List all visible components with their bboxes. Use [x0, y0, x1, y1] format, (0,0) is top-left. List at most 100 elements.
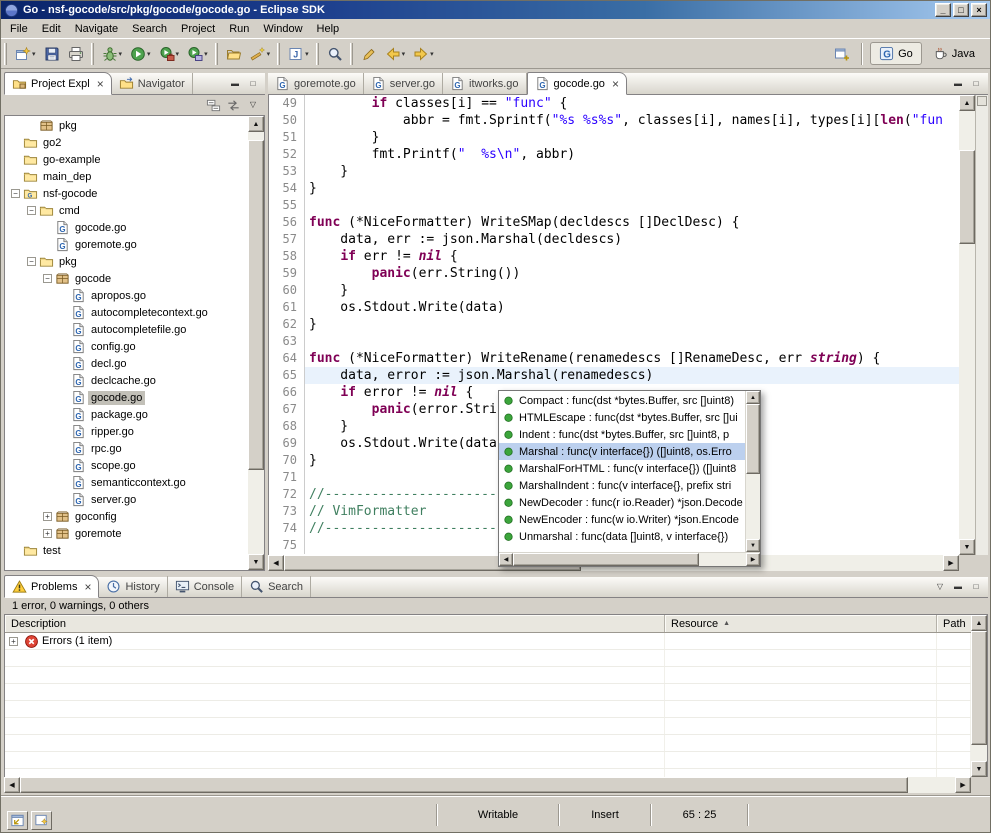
tree-item[interactable]: −cmd	[5, 202, 248, 219]
problems-vscroll[interactable]: ▲▼	[971, 615, 987, 777]
column-header-path[interactable]: Path	[937, 615, 971, 632]
editor-vscroll[interactable]: ▲▼	[959, 95, 975, 555]
tab-problems[interactable]: Problems×	[4, 575, 99, 598]
problems-view-menu-button[interactable]: ▽	[932, 580, 948, 593]
problems-scroll-left-button[interactable]: ◀	[4, 777, 20, 793]
code-text[interactable]: }	[305, 282, 959, 299]
assist-vscroll[interactable]: ▲▼	[745, 391, 760, 552]
code-text[interactable]: }	[305, 316, 959, 333]
assist-scroll-right-button[interactable]: ▶	[746, 553, 760, 566]
tree-item[interactable]: pkg	[5, 117, 248, 134]
debug-button[interactable]: ▾	[98, 43, 127, 65]
assist-scroll-thumb[interactable]	[746, 404, 760, 474]
content-assist-item[interactable]: MarshalIndent : func(v interface{}, pref…	[499, 477, 745, 494]
last-edit-location-button[interactable]	[357, 43, 381, 65]
code-text[interactable]: }	[305, 163, 959, 180]
code-text[interactable]: data, err := json.Marshal(decldescs)	[305, 231, 959, 248]
explorer-view-menu-button[interactable]: ▽	[245, 99, 261, 112]
content-assist-item[interactable]: HTMLEscape : func(dst *bytes.Buffer, src…	[499, 409, 745, 426]
tree-item[interactable]: go-example	[5, 151, 248, 168]
problems-scroll-up-button[interactable]: ▲	[971, 615, 987, 631]
code-text[interactable]: if err != nil {	[305, 248, 959, 265]
row-expander[interactable]: +	[9, 637, 18, 646]
perspective-go-button[interactable]: GGo	[870, 42, 922, 65]
tree-item[interactable]: Gautocompletefile.go	[5, 321, 248, 338]
menu-help[interactable]: Help	[310, 21, 347, 37]
tree-item[interactable]: Gserver.go	[5, 491, 248, 508]
annotation-overview-box[interactable]	[977, 96, 987, 106]
assist-scroll-thumb[interactable]	[513, 553, 699, 566]
assist-scroll-down-button[interactable]: ▼	[746, 539, 760, 552]
tab-itworks-go[interactable]: Gitworks.go	[443, 73, 527, 94]
explorer-maximize-button[interactable]: □	[245, 77, 261, 90]
menu-run[interactable]: Run	[222, 21, 256, 37]
problems-scroll-down-button[interactable]: ▼	[971, 761, 987, 777]
code-text[interactable]: os.Stdout.Write(data)	[305, 299, 959, 316]
tree-item[interactable]: Gdecl.go	[5, 355, 248, 372]
problems-scroll-thumb[interactable]	[971, 631, 987, 745]
titlebar[interactable]: Go - nsf-gocode/src/pkg/gocode/gocode.go…	[1, 1, 990, 19]
editor-scroll-left-button[interactable]: ◀	[268, 555, 284, 571]
code-text[interactable]: data, error := json.Marshal(renamedescs)	[305, 367, 959, 384]
code-text[interactable]: if classes[i] == "func" {	[305, 95, 959, 112]
tree-item[interactable]: −Gnsf-gocode	[5, 185, 248, 202]
assist-scroll-track[interactable]	[746, 404, 760, 539]
explorer-scroll-up-button[interactable]: ▲	[248, 116, 264, 132]
content-assist-item[interactable]: MarshalForHTML : func(v interface{}) ([]…	[499, 460, 745, 477]
editor-scroll-down-button[interactable]: ▼	[959, 539, 975, 555]
assist-scroll-left-button[interactable]: ◀	[499, 553, 513, 566]
tab-search[interactable]: Search	[242, 576, 311, 597]
editor-scroll-right-button[interactable]: ▶	[943, 555, 959, 571]
tree-item-selected[interactable]: Ggocode.go	[5, 389, 248, 406]
tree-item[interactable]: Gdeclcache.go	[5, 372, 248, 389]
tree-expander[interactable]: +	[43, 512, 52, 521]
tree-item[interactable]: Ggoremote.go	[5, 236, 248, 253]
problems-row[interactable]: +Errors (1 item)	[5, 633, 971, 650]
content-assist-item[interactable]: Compact : func(dst *bytes.Buffer, src []…	[499, 392, 745, 409]
problems-maximize-button[interactable]: □	[968, 580, 984, 593]
new-go-element-button[interactable]: ▾	[246, 43, 275, 65]
tab-navigator[interactable]: Navigator	[112, 73, 193, 94]
tree-item[interactable]: Gscope.go	[5, 457, 248, 474]
menu-file[interactable]: File	[3, 21, 35, 37]
explorer-vscroll[interactable]: ▲▼	[248, 116, 264, 570]
tab-console[interactable]: Console	[168, 576, 242, 597]
code-text[interactable]: func (*NiceFormatter) WriteRename(rename…	[305, 350, 959, 367]
problems-minimize-button[interactable]: ▬	[950, 580, 966, 593]
problems-scroll-right-button[interactable]: ▶	[955, 777, 971, 793]
editor-scroll-thumb[interactable]	[959, 150, 975, 244]
external-tools-button[interactable]: ▾	[183, 43, 212, 65]
tree-item[interactable]: Gautocompletecontext.go	[5, 304, 248, 321]
problems-scroll-thumb[interactable]	[20, 777, 908, 793]
forward-button[interactable]: ▾	[409, 43, 438, 65]
close-button[interactable]: ×	[971, 3, 987, 17]
tree-item[interactable]: main_dep	[5, 168, 248, 185]
menu-window[interactable]: Window	[256, 21, 309, 37]
tab-close-icon[interactable]: ×	[97, 79, 104, 89]
explorer-scroll-track[interactable]	[248, 132, 264, 554]
explorer-scroll-down-button[interactable]: ▼	[248, 554, 264, 570]
menu-search[interactable]: Search	[125, 21, 174, 37]
editor-minimize-button[interactable]: ▬	[950, 77, 966, 90]
print-button[interactable]	[64, 43, 88, 65]
explorer-scroll-thumb[interactable]	[248, 140, 264, 469]
new-java-element-button[interactable]: J▾	[284, 43, 313, 65]
project-tree[interactable]: pkggo2go-examplemain_dep−Gnsf-gocode−cmd…	[5, 116, 248, 570]
new-button[interactable]: ▾	[11, 43, 40, 65]
menu-edit[interactable]: Edit	[35, 21, 68, 37]
tree-item[interactable]: Ggocode.go	[5, 219, 248, 236]
menu-navigate[interactable]: Navigate	[68, 21, 125, 37]
content-assist-item[interactable]: Indent : func(dst *bytes.Buffer, src []u…	[499, 426, 745, 443]
code-text[interactable]: func (*NiceFormatter) WriteSMap(decldesc…	[305, 214, 959, 231]
tree-expander[interactable]: −	[27, 257, 36, 266]
tree-item[interactable]: Gpackage.go	[5, 406, 248, 423]
content-assist-item[interactable]: NewEncoder : func(w io.Writer) *json.Enc…	[499, 511, 745, 528]
tree-item[interactable]: Gsemanticcontext.go	[5, 474, 248, 491]
tree-item[interactable]: −gocode	[5, 270, 248, 287]
problems-hscroll[interactable]: ◀▶	[4, 777, 971, 793]
tree-item[interactable]: Gconfig.go	[5, 338, 248, 355]
show-view-shortcut-button[interactable]	[31, 811, 52, 830]
code-text[interactable]: panic(err.String())	[305, 265, 959, 282]
run-button[interactable]: ▾	[126, 43, 155, 65]
fast-view-button[interactable]	[7, 811, 28, 830]
